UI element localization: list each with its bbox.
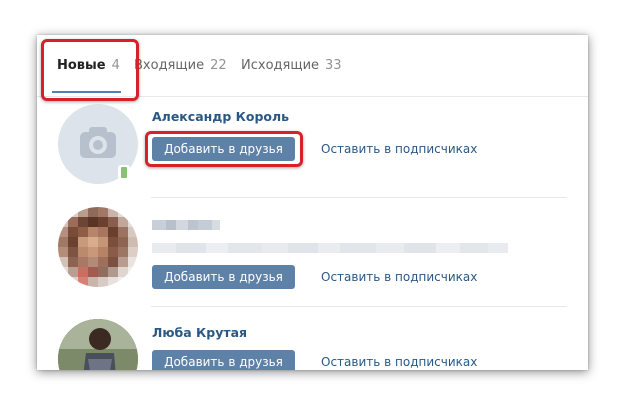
keep-as-follower-link[interactable]: Оставить в подписчиках (321, 270, 477, 284)
tab-incoming-count: 22 (210, 58, 227, 73)
tab-new-count: 4 (111, 58, 120, 73)
divider (151, 306, 567, 307)
pixelated-photo (58, 207, 138, 287)
divider (151, 197, 567, 198)
add-friend-button[interactable]: Добавить в друзья (152, 265, 295, 289)
tab-outgoing[interactable]: Исходящие 33 (241, 58, 342, 73)
user-photo (58, 319, 138, 370)
avatar[interactable] (58, 319, 138, 370)
add-friend-button[interactable]: Добавить в друзья (152, 350, 295, 370)
user-name[interactable]: Люба Крутая (152, 325, 247, 340)
keep-as-follower-link[interactable]: Оставить в подписчиках (321, 142, 477, 156)
tab-outgoing-count: 33 (325, 58, 342, 73)
mobile-online-icon (118, 165, 130, 181)
keep-as-follower-link[interactable]: Оставить в подписчиках (321, 355, 477, 369)
avatar[interactable] (58, 207, 138, 287)
user-name[interactable]: Александр Король (152, 109, 289, 124)
tab-new[interactable]: Новые 4 (57, 58, 120, 73)
tab-new-label: Новые (57, 58, 106, 73)
pixelated-name (152, 215, 220, 230)
pixelated-status (152, 238, 508, 253)
active-tab-indicator (52, 91, 121, 93)
add-friend-button[interactable]: Добавить в друзья (152, 137, 295, 161)
friend-requests-panel: Новые 4 Входящие 22 Исходящие 33 Александр … (37, 35, 588, 370)
tab-incoming-label: Входящие (134, 58, 205, 73)
tab-incoming[interactable]: Входящие 22 (134, 58, 227, 73)
tab-outgoing-label: Исходящие (241, 58, 320, 73)
friend-requests-tabs: Новые 4 Входящие 22 Исходящие 33 (37, 35, 588, 97)
